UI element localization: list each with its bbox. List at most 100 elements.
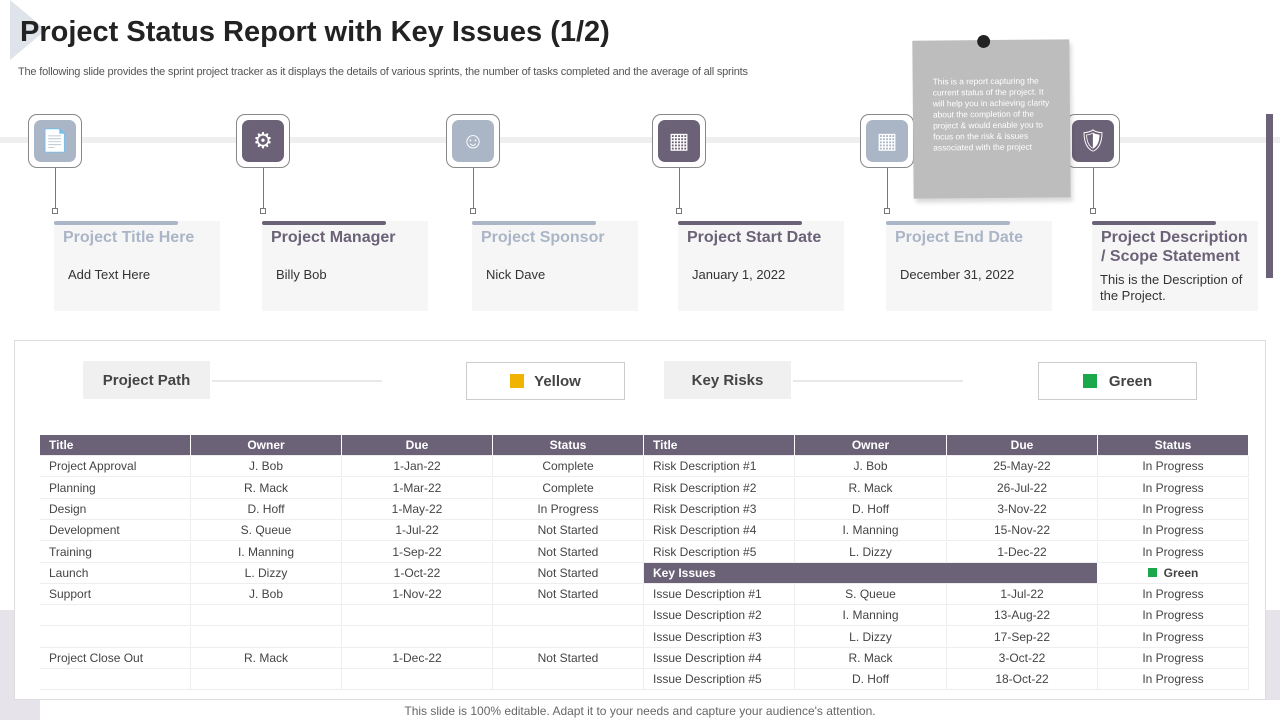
card-heading: Project Description / Scope Statement <box>1101 229 1248 265</box>
risk-cell: Risk Description #3 <box>644 498 795 520</box>
info-card: Project Title Here Add Text Here <box>54 221 220 311</box>
issue-cell: 17-Sep-22 <box>947 626 1098 648</box>
green-swatch <box>1147 567 1157 577</box>
connector-line <box>263 168 264 210</box>
risk-cell: In Progress <box>1098 498 1249 520</box>
key-risks-value: Green <box>1108 372 1153 390</box>
card-value: Nick Dave <box>486 267 546 282</box>
risk-cell: In Progress <box>1098 520 1249 542</box>
card-value: Add Text Here <box>68 267 151 282</box>
risk-cell: Risk Description #5 <box>644 541 795 563</box>
table-cell: Training <box>40 541 191 563</box>
card-icon-box: ▦ <box>860 114 914 168</box>
issue-cell: D. Hoff <box>795 669 947 691</box>
pushpin-icon: ● <box>966 21 1000 60</box>
issue-cell: 18-Oct-22 <box>947 669 1098 691</box>
issue-cell: In Progress <box>1098 669 1249 691</box>
connector-node <box>884 208 890 214</box>
column-header: Owner <box>795 435 947 456</box>
issue-cell: Issue Description #2 <box>644 605 795 627</box>
card-value: Billy Bob <box>276 267 327 282</box>
table-cell: J. Bob <box>191 456 342 478</box>
issue-cell: Issue Description #1 <box>644 584 795 606</box>
table-cell: In Progress <box>493 498 644 520</box>
arrow-connector <box>212 380 382 382</box>
risk-cell: In Progress <box>1098 477 1249 499</box>
column-header: Status <box>493 435 644 456</box>
column-header: Due <box>342 435 493 456</box>
key-issues-header: Key Issues <box>644 562 1098 584</box>
card-accent-bar <box>54 221 178 225</box>
sticky-note: ● This is a report capturing the current… <box>912 22 1071 199</box>
risk-cell: 1-Dec-22 <box>947 541 1098 563</box>
issue-cell: In Progress <box>1098 626 1249 648</box>
info-card: Project Manager Billy Bob <box>262 221 428 311</box>
table-cell <box>493 626 644 648</box>
table-cell: Project Close Out <box>40 648 191 669</box>
table-cell: Not Started <box>493 648 644 669</box>
table-cell: J. Bob <box>191 584 342 606</box>
table-cell: Support <box>40 584 191 606</box>
issue-cell: L. Dizzy <box>795 626 947 648</box>
issue-cell: I. Manning <box>795 605 947 627</box>
issue-cell: In Progress <box>1098 584 1249 606</box>
connector-line <box>679 168 680 210</box>
risk-cell: R. Mack <box>795 477 947 499</box>
project-path-value: Yellow <box>534 372 581 390</box>
card-icon-box: 🛡 <box>1066 114 1120 168</box>
risk-cell: 26-Jul-22 <box>947 477 1098 499</box>
document-icon: 📄 <box>41 128 69 153</box>
table-cell <box>40 669 191 691</box>
table-cell: R. Mack <box>191 648 342 669</box>
key-issues-status-value: Green <box>1163 565 1199 580</box>
note-text: This is a report capturing the current s… <box>932 75 1050 153</box>
card-icon-box: ☺ <box>446 114 500 168</box>
table-cell: 1-Nov-22 <box>342 584 493 606</box>
connector-line <box>1093 168 1094 210</box>
table-cell: Not Started <box>493 541 644 563</box>
table-cell <box>342 669 493 691</box>
page-subtitle: The following slide provides the sprint … <box>18 66 748 78</box>
table-cell <box>40 605 191 627</box>
issue-cell: Issue Description #3 <box>644 626 795 648</box>
table-cell <box>493 669 644 691</box>
table-cell: 1-Oct-22 <box>342 562 493 584</box>
column-header: Status <box>1098 435 1249 456</box>
table-cell: Complete <box>493 477 644 499</box>
card-value: January 1, 2022 <box>692 267 786 282</box>
project-path-label: Project Path <box>83 361 210 399</box>
info-card: Project Start Date January 1, 2022 <box>678 221 844 311</box>
key-risks-label: Key Risks <box>664 361 791 399</box>
table-cell: Not Started <box>493 562 644 584</box>
table-cell: Not Started <box>493 520 644 542</box>
card-icon-box: 📄 <box>28 114 82 168</box>
table-cell: 1-May-22 <box>342 498 493 520</box>
risk-cell: In Progress <box>1098 541 1249 563</box>
connector-node <box>52 208 58 214</box>
calendar-icon: ▦ <box>876 128 898 153</box>
table-cell: Design <box>40 498 191 520</box>
side-accent-bar <box>1266 114 1273 278</box>
table-cell: 1-Jan-22 <box>342 456 493 478</box>
issue-cell: S. Queue <box>795 584 947 606</box>
connector-line <box>473 168 474 210</box>
table-cell: 1-Dec-22 <box>342 648 493 669</box>
footer-text: This slide is 100% editable. Adapt it to… <box>404 704 876 718</box>
issue-cell: In Progress <box>1098 605 1249 627</box>
column-header: Title <box>40 435 191 456</box>
column-header: Owner <box>191 435 342 456</box>
issue-cell: Issue Description #4 <box>644 648 795 669</box>
table-cell <box>40 626 191 648</box>
table-cell <box>493 605 644 627</box>
connector-node <box>1090 208 1096 214</box>
card-heading: Project Sponsor <box>481 229 605 246</box>
table-cell <box>342 605 493 627</box>
card-accent-bar <box>1092 221 1216 225</box>
project-path-status: Yellow <box>466 362 625 400</box>
risk-cell: D. Hoff <box>795 498 947 520</box>
column-header: Due <box>947 435 1098 456</box>
budget-shield-icon: 🛡 <box>1079 128 1107 153</box>
card-value: December 31, 2022 <box>900 267 1015 282</box>
gear-person-icon: ⚙ <box>253 128 273 153</box>
table-cell <box>191 605 342 627</box>
